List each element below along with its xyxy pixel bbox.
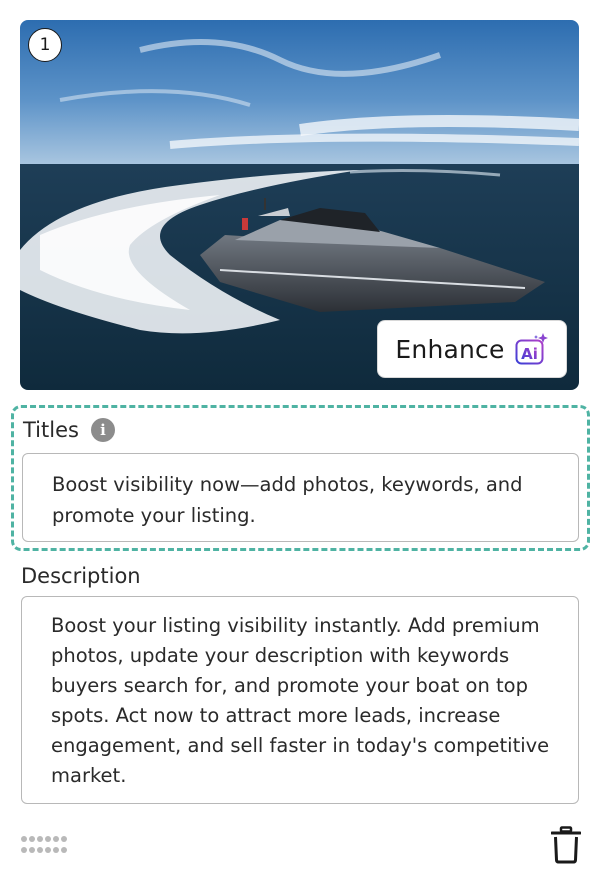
- description-label: Description: [21, 564, 141, 588]
- titles-label-row: Titles i: [23, 418, 115, 442]
- photo-index-badge: 1: [28, 28, 62, 62]
- trash-icon: [550, 826, 582, 864]
- enhance-label: Enhance: [395, 334, 505, 364]
- listing-photo-card[interactable]: 1 Enhance Ai: [20, 20, 579, 390]
- delete-button[interactable]: [550, 826, 582, 864]
- ai-sparkle-icon: Ai: [515, 333, 549, 365]
- titles-input[interactable]: Boost visibility now—add photos, keyword…: [22, 453, 579, 542]
- description-textarea[interactable]: Boost your listing visibility instantly.…: [21, 596, 579, 804]
- titles-label: Titles: [23, 418, 79, 442]
- ai-badge-text: Ai: [521, 345, 538, 363]
- drag-handle-icon[interactable]: [21, 836, 67, 856]
- enhance-ai-button[interactable]: Enhance Ai: [377, 320, 567, 378]
- info-icon[interactable]: i: [90, 418, 115, 442]
- titles-highlight-group: Titles i Boost visibility now—add photos…: [11, 405, 590, 551]
